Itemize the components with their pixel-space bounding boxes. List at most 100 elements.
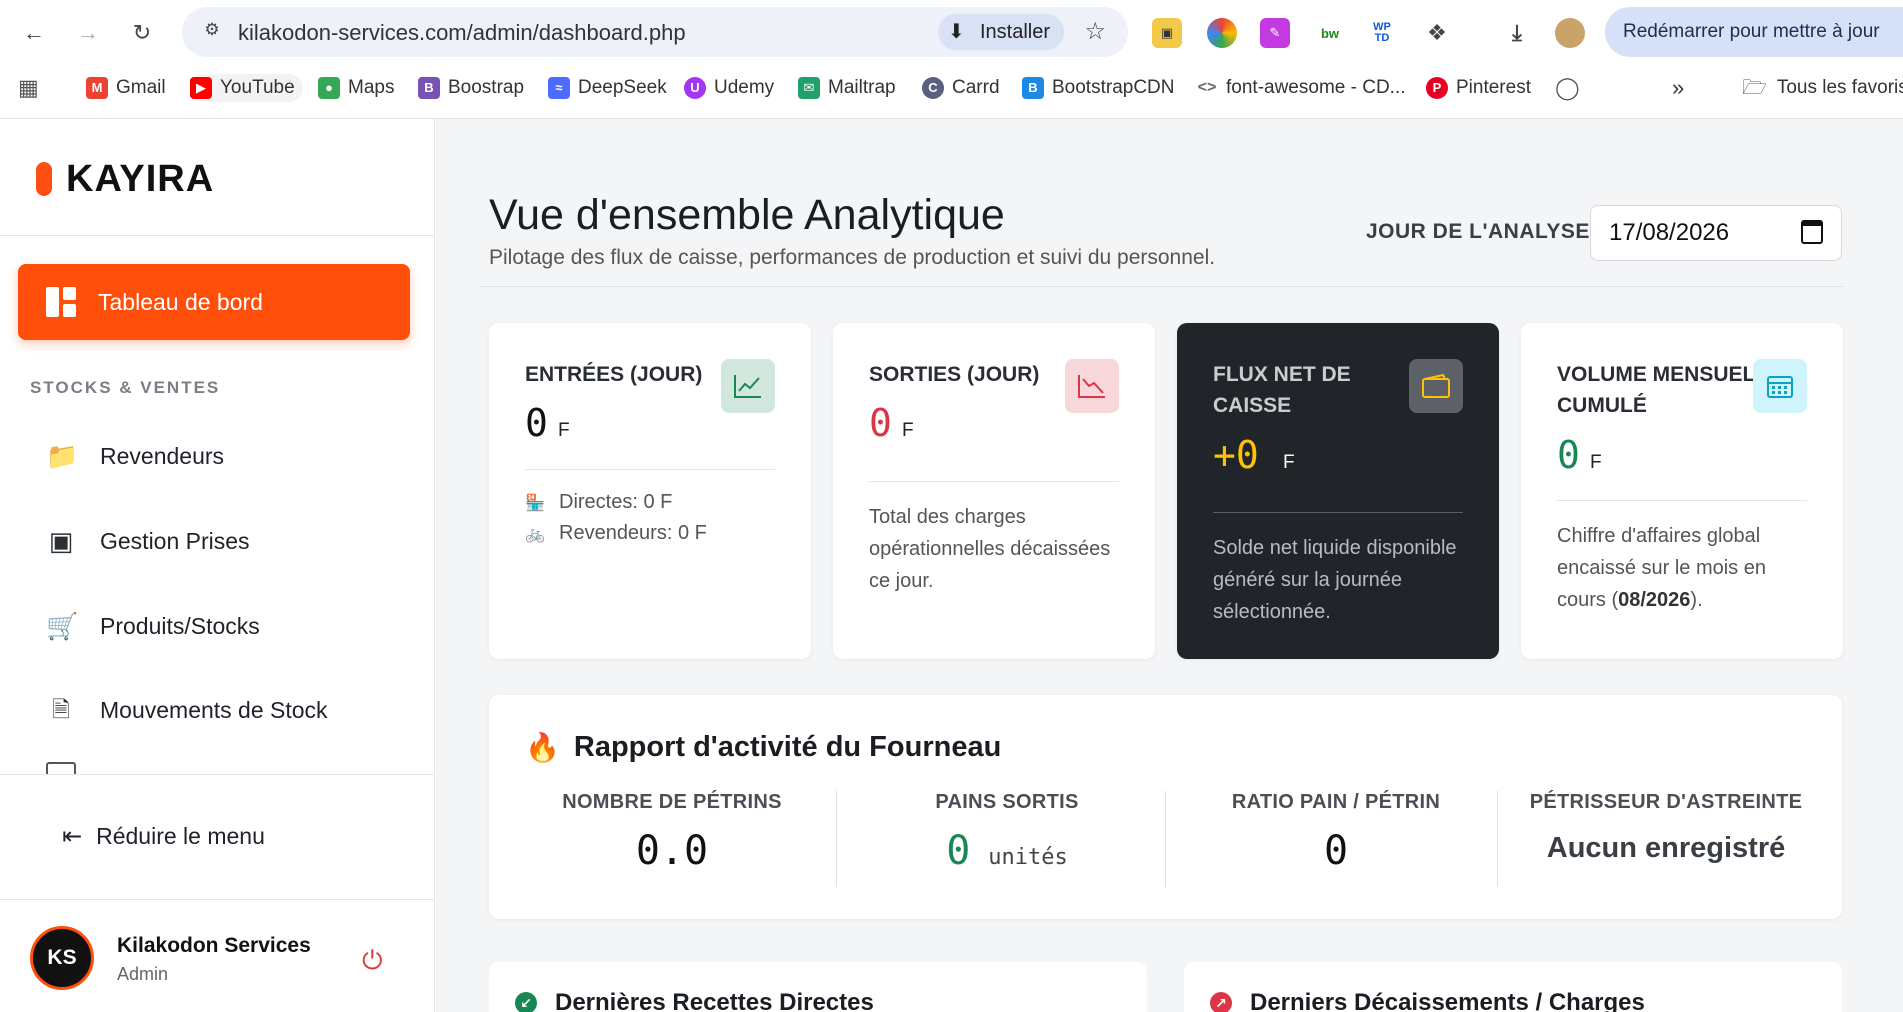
oven-report-title: 🔥 Rapport d'activité du Fourneau [525,731,1001,764]
oven-report-panel: 🔥 Rapport d'activité du Fourneau NOMBRE … [489,695,1842,919]
sidebar-item-gestion-prises[interactable]: ▣ Gestion Prises [46,521,250,561]
exits-description: Total des charges opérationnelles décais… [869,506,1111,592]
bookmark-label: Carrd [952,77,1000,98]
extension-3-icon[interactable]: ✎ [1260,18,1290,48]
calendar-icon [1753,359,1807,413]
card-monthly-volume: VOLUME MENSUEL CUMULÉ 0 F Chiffre d'affa… [1521,323,1843,659]
panel-title: ↗ Derniers Décaissements / Charges [1210,989,1645,1012]
shop-icon: 🏪 [525,494,545,512]
arrow-down-left-icon: ↙ [515,992,537,1012]
bookmark-bootstrap[interactable]: B Boostrap [418,74,524,102]
extension-bw-icon[interactable]: bw [1315,18,1345,48]
divider [1557,500,1807,501]
bicycle-icon: 🚲 [525,525,545,543]
globe-icon[interactable]: ◯ [1555,74,1580,102]
monthly-desc-month: 08/2026 [1618,589,1691,611]
bookmark-bootstrapcdn[interactable]: B BootstrapCDN [1022,74,1175,102]
forward-icon[interactable]: → [72,17,104,49]
install-icon: ⬇ [947,21,965,43]
bookmark-pinterest[interactable]: P Pinterest [1426,74,1531,102]
collapse-arrow-icon: ⇤ [62,823,83,850]
card-exits: SORTIES (JOUR) 0 F Total des charges opé… [833,323,1155,659]
sidebar-item-produits-stocks[interactable]: 🛒 Produits/Stocks [46,606,260,646]
bookmark-label: Udemy [714,77,775,98]
bookmark-star-icon[interactable]: ☆ [1084,17,1106,46]
fire-icon: 🔥 [525,732,560,763]
profile-icon[interactable] [1555,18,1585,48]
stat-label: PAINS SORTIS [935,791,1079,813]
udemy-icon: U [684,77,706,99]
avatar[interactable]: KS [30,926,94,990]
collapse-menu-button[interactable]: ⇤ Réduire le menu [62,822,265,851]
calendar-icon[interactable] [1801,220,1823,244]
bookmark-udemy[interactable]: U Udemy [684,74,774,102]
bookmark-label: YouTube [220,77,295,98]
url-text[interactable]: kilakodon-services.com/admin/dashboard.p… [238,20,686,46]
folder-icon: 📁 [46,441,79,471]
extension-2-icon[interactable] [1207,18,1237,48]
bookmark-label: Maps [348,77,395,98]
entries-direct-line: 🏪 Directes: 0 F [525,491,672,514]
update-button[interactable]: Redémarrer pour mettre à jour [1605,7,1903,57]
browser-chrome: ← → ↻ ⚙ kilakodon-services.com/admin/das… [0,0,1903,119]
file-plus-icon: 🗎 [52,697,70,722]
bookmark-label: DeepSeek [578,77,667,98]
extensions-puzzle-icon[interactable]: ❖ [1422,18,1452,48]
maps-icon: ● [318,77,340,99]
stat-kneader-on-duty: PÉTRISSEUR D'ASTREINTE Aucun enregistré [1501,791,1831,887]
stat-kneads: NOMBRE DE PÉTRINS 0.0 [507,791,837,887]
dashboard-icon [46,287,76,317]
site-settings-icon[interactable]: ⚙ [200,20,224,44]
stat-label: NOMBRE DE PÉTRINS [562,791,782,813]
bookmark-youtube[interactable]: ▶ YouTube [190,74,303,102]
bookmark-gmail[interactable]: M Gmail [86,74,166,102]
bookmark-font-awesome[interactable]: <> font-awesome - CD... [1196,74,1406,102]
extension-wptd-icon[interactable]: WP TD [1367,18,1397,48]
card-title: ENTRÉES (JOUR) [525,363,703,386]
brand[interactable]: KAYIRA [36,158,214,200]
stat-breads-out: PAINS SORTIS 0 unités [842,791,1172,887]
sidebar-item-revendeurs[interactable]: 📁 Revendeurs [46,436,224,476]
power-icon[interactable]: ⏻ [362,945,383,977]
code-icon: <> [1197,79,1217,96]
sidebar-item-label: Tableau de bord [98,288,263,315]
bookmark-label: Gmail [116,77,166,98]
card-title: VOLUME MENSUEL CUMULÉ [1557,363,1755,417]
sidebar-item-mouvements-stock[interactable]: 🗎 Mouvements de Stock [46,690,327,730]
analysis-date-input[interactable]: 17/08/2026 [1590,205,1842,261]
panel-title-text: Derniers Décaissements / Charges [1250,989,1645,1012]
bookmark-maps[interactable]: ● Maps [318,74,394,102]
recent-charges-panel: ↗ Derniers Décaissements / Charges [1184,962,1842,1012]
user-name: Kilakodon Services [117,934,311,957]
bookmark-deepseek[interactable]: ≈ DeepSeek [548,74,667,102]
bookmark-carrd[interactable]: C Carrd [922,74,1000,102]
stat-ratio: RATIO PAIN / PÉTRIN 0 [1171,791,1501,887]
sidebar-item-dashboard[interactable]: Tableau de bord [18,264,410,340]
stat-value: Aucun enregistré [1546,832,1786,864]
divider [0,774,435,775]
entries-resellers: Revendeurs: 0 F [559,522,707,544]
net-value: +0 [1213,433,1259,477]
address-bar[interactable]: ⚙ kilakodon-services.com/admin/dashboard… [182,7,1128,57]
divider [1497,791,1498,887]
monthly-desc-suffix: ). [1690,589,1703,611]
more-bookmarks-icon[interactable]: » [1672,74,1684,102]
apps-grid-icon[interactable]: ▦ [18,74,39,102]
reload-icon[interactable]: ↻ [126,17,158,49]
stat-value: 0 [946,828,971,874]
install-button[interactable]: ⬇ Installer [937,14,1064,50]
sidebar-item-partial[interactable] [46,762,366,774]
stat-unit: unités [988,845,1068,870]
back-icon[interactable]: ← [18,17,50,49]
divider [479,286,1843,287]
extension-1-icon[interactable]: ▣ [1152,18,1182,48]
entries-value: 0 [525,401,548,445]
brand-logo-mark [36,162,52,196]
sidebar-item-label: Revendeurs [100,442,225,469]
bookmark-mailtrap[interactable]: ✉ Mailtrap [798,74,896,102]
all-bookmarks[interactable]: 🗁 Tous les favoris [1742,74,1903,102]
deepseek-icon: ≈ [548,77,570,99]
stat-value: 0.0 [635,828,709,874]
monthly-value: 0 [1557,433,1580,477]
download-icon[interactable]: ⤓ [1502,18,1532,48]
